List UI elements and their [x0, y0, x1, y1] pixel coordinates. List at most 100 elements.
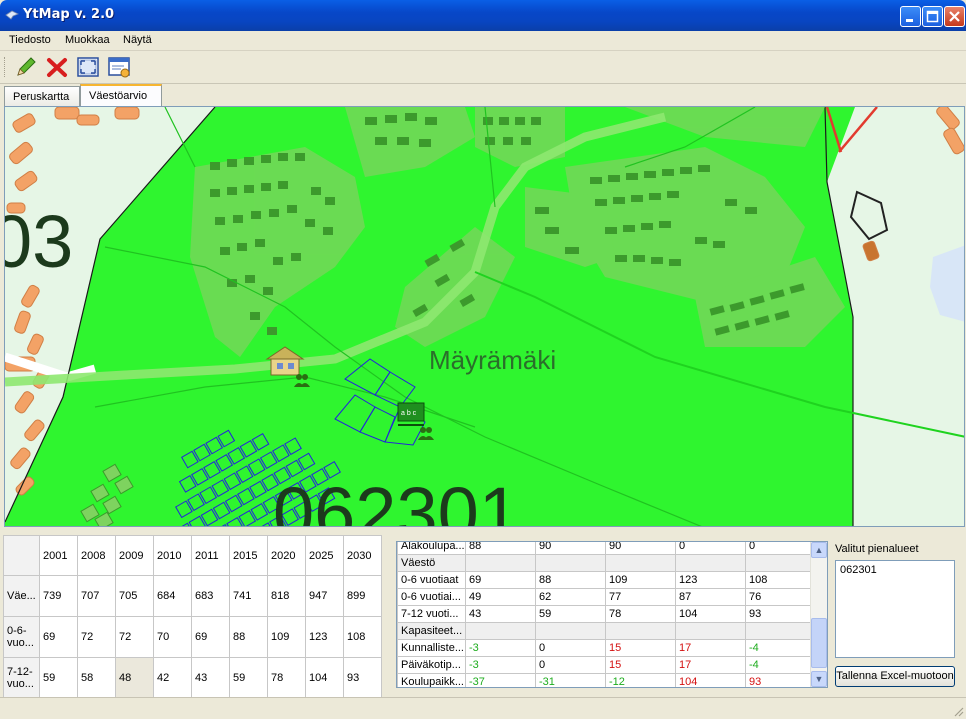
- table-cell[interactable]: 59: [229, 657, 268, 699]
- table-cell[interactable]: 42: [153, 657, 192, 699]
- table-cell[interactable]: 15: [605, 656, 676, 674]
- row-header[interactable]: Alakoulupa...: [397, 542, 466, 555]
- menu-file[interactable]: Tiedosto: [9, 34, 51, 46]
- table-cell[interactable]: 78: [605, 605, 676, 623]
- pencil-icon[interactable]: [14, 55, 38, 79]
- maximize-button[interactable]: [922, 6, 943, 27]
- scroll-down-button[interactable]: ▼: [811, 671, 827, 687]
- resize-grip-icon[interactable]: [952, 705, 964, 717]
- school-icon[interactable]: a b c: [397, 402, 425, 426]
- table-cell[interactable]: 818: [267, 575, 306, 617]
- table-cell[interactable]: -12: [605, 673, 676, 687]
- menu-view[interactable]: Näytä: [123, 34, 152, 46]
- table-cell[interactable]: 69: [191, 616, 230, 658]
- table-cell[interactable]: 683: [191, 575, 230, 617]
- minimize-button[interactable]: [900, 6, 921, 27]
- close-button[interactable]: [944, 6, 965, 27]
- table-cell[interactable]: 62: [535, 588, 606, 606]
- year-header[interactable]: 2008: [77, 535, 116, 576]
- table-cell[interactable]: [465, 554, 536, 572]
- table-cell[interactable]: 78: [267, 657, 306, 699]
- table-cell[interactable]: [535, 554, 606, 572]
- table-cell[interactable]: 741: [229, 575, 268, 617]
- row-header[interactable]: Päiväkotip...: [397, 656, 466, 674]
- table-cell[interactable]: 0: [535, 656, 606, 674]
- table-cell[interactable]: 88: [229, 616, 268, 658]
- table-cell[interactable]: -3: [465, 639, 536, 657]
- table-cell[interactable]: 43: [465, 605, 536, 623]
- table-cell[interactable]: 93: [343, 657, 382, 699]
- tab-peruskartta[interactable]: Peruskartta: [4, 86, 80, 106]
- row-header[interactable]: 7-12 vuoti...: [397, 605, 466, 623]
- table-cell[interactable]: 947: [305, 575, 344, 617]
- kindergarten-icon[interactable]: [265, 346, 305, 376]
- table-cell[interactable]: 59: [535, 605, 606, 623]
- table-cell[interactable]: 76: [745, 588, 816, 606]
- table-cell[interactable]: 707: [77, 575, 116, 617]
- row-header[interactable]: Väe...: [3, 575, 40, 617]
- year-header[interactable]: 2010: [153, 535, 192, 576]
- table-cell[interactable]: 17: [675, 656, 746, 674]
- table-cell[interactable]: 739: [39, 575, 78, 617]
- table-cell[interactable]: -4: [745, 639, 816, 657]
- row-header[interactable]: Kapasiteet...: [397, 622, 466, 640]
- year-header[interactable]: 2009: [115, 535, 154, 576]
- table-cell[interactable]: 108: [343, 616, 382, 658]
- toolbar-grip[interactable]: [4, 57, 7, 77]
- table-cell[interactable]: 684: [153, 575, 192, 617]
- table-cell[interactable]: -3: [465, 656, 536, 674]
- row-header[interactable]: Väestö: [397, 554, 466, 572]
- scroll-thumb[interactable]: [811, 618, 827, 668]
- table-cell[interactable]: [605, 554, 676, 572]
- row-header[interactable]: 7-12-vuo...: [3, 657, 40, 699]
- row-header[interactable]: Koulupaikk...: [397, 673, 466, 687]
- delete-icon[interactable]: [45, 55, 69, 79]
- map-view[interactable]: a b c Mäyrämäki 062301 03: [4, 106, 965, 527]
- table-cell[interactable]: 0: [745, 542, 816, 555]
- table-cell[interactable]: 123: [675, 571, 746, 589]
- table-cell[interactable]: [465, 622, 536, 640]
- properties-icon[interactable]: [107, 55, 131, 79]
- table-cell[interactable]: 69: [465, 571, 536, 589]
- tab-vaestoarvio[interactable]: Väestöarvio: [80, 84, 162, 106]
- table-cell[interactable]: 123: [305, 616, 344, 658]
- list-item[interactable]: 062301: [840, 564, 950, 576]
- table-cell[interactable]: 72: [115, 616, 154, 658]
- table-cell[interactable]: 90: [535, 542, 606, 555]
- table-cell[interactable]: 0: [535, 639, 606, 657]
- year-header[interactable]: 2001: [39, 535, 78, 576]
- row-header[interactable]: 0-6-vuo...: [3, 616, 40, 658]
- table-cell[interactable]: 88: [465, 542, 536, 555]
- selected-areas-list[interactable]: 062301: [835, 560, 955, 658]
- table-cell[interactable]: 49: [465, 588, 536, 606]
- export-excel-button[interactable]: Tallenna Excel-muotoon: [835, 666, 955, 687]
- table-cell[interactable]: 72: [77, 616, 116, 658]
- table-cell[interactable]: 93: [745, 605, 816, 623]
- year-header[interactable]: 2025: [305, 535, 344, 576]
- table-cell[interactable]: 104: [305, 657, 344, 699]
- row-header[interactable]: 0-6 vuotiaat: [397, 571, 466, 589]
- table-cell[interactable]: 88: [535, 571, 606, 589]
- table-cell[interactable]: 43: [191, 657, 230, 699]
- menu-edit[interactable]: Muokkaa: [65, 34, 110, 46]
- table-cell[interactable]: 77: [605, 588, 676, 606]
- table-cell[interactable]: 70: [153, 616, 192, 658]
- year-header[interactable]: 2011: [191, 535, 230, 576]
- table-cell[interactable]: 69: [39, 616, 78, 658]
- year-header[interactable]: 2020: [267, 535, 306, 576]
- row-header[interactable]: Kunnalliste...: [397, 639, 466, 657]
- map-canvas[interactable]: a b c Mäyrämäki 062301 03: [5, 107, 965, 527]
- table-cell[interactable]: 104: [675, 673, 746, 687]
- table-cell[interactable]: 59: [39, 657, 78, 699]
- year-header[interactable]: 2015: [229, 535, 268, 576]
- table-cell[interactable]: 0: [675, 542, 746, 555]
- year-header[interactable]: 2030: [343, 535, 382, 576]
- table-cell[interactable]: [745, 622, 816, 640]
- vertical-scrollbar[interactable]: ▲ ▼: [810, 542, 827, 687]
- table-cell[interactable]: [675, 554, 746, 572]
- table-cell[interactable]: -4: [745, 656, 816, 674]
- table-cell[interactable]: 108: [745, 571, 816, 589]
- table-cell[interactable]: 899: [343, 575, 382, 617]
- table-cell[interactable]: -37: [465, 673, 536, 687]
- table-cell[interactable]: 87: [675, 588, 746, 606]
